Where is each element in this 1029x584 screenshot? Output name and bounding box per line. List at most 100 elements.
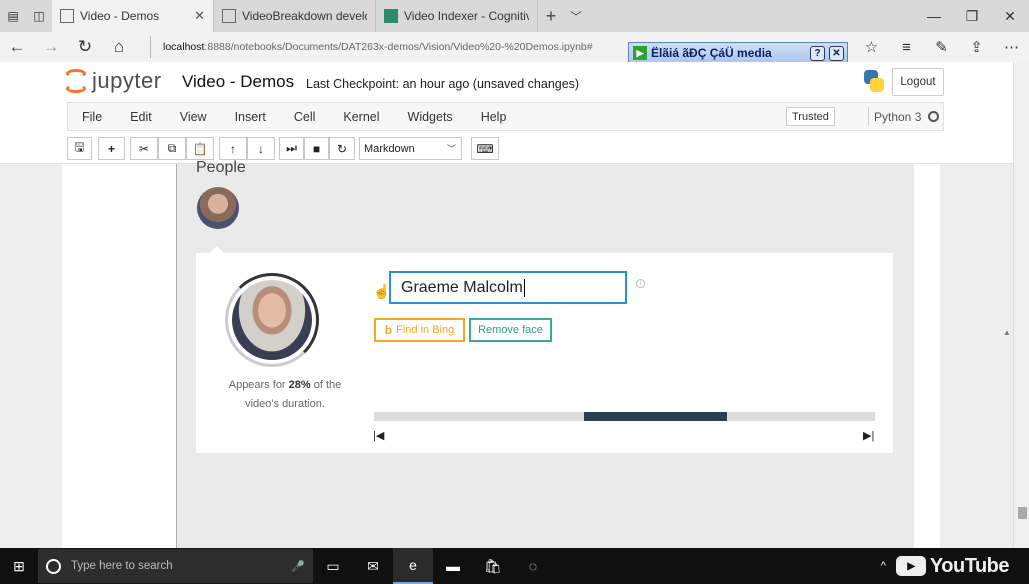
face-thumbnail[interactable]	[197, 187, 239, 229]
menu-help[interactable]: Help	[467, 110, 521, 124]
run-icon[interactable]: ⏭	[279, 137, 304, 160]
refresh-icon[interactable]: ↻	[68, 32, 102, 62]
taskbar-search[interactable]: Type here to search 🎤	[38, 549, 313, 583]
task-view-button[interactable]: ▭	[313, 548, 353, 584]
media-overlay-bar[interactable]: ▶ Ëlãiá ãĐÇ ÇáÜ media ? ✕	[628, 42, 848, 64]
find-in-bing-label: Find in Bing	[396, 324, 455, 336]
jupyter-app-icon[interactable]: ◌	[513, 548, 553, 584]
windows-taskbar: ⊞ Type here to search 🎤 ▭ ✉ e ▬ 🛍 ◌ ^ ▶ Y…	[0, 548, 1029, 584]
python-logo-icon	[862, 69, 886, 93]
notes-icon[interactable]: ✎	[924, 38, 959, 56]
cortana-icon	[46, 558, 61, 574]
browser-tab-video-indexer[interactable]: Video Indexer - Cognitive V	[376, 0, 538, 32]
scrollbar-thumb[interactable]	[1018, 507, 1027, 519]
page-scrollbar[interactable]	[1013, 62, 1029, 548]
close-window-button[interactable]: ✕	[991, 0, 1029, 32]
play-icon[interactable]: ▶	[633, 46, 647, 60]
edge-icon[interactable]: e	[393, 548, 433, 584]
browser-tab-videobreakdown[interactable]: VideoBreakdown developer	[214, 0, 376, 32]
find-in-bing-button[interactable]: b Find in Bing	[374, 318, 465, 342]
person-face-avatar	[225, 273, 319, 367]
notebook-title[interactable]: Video - Demos	[182, 72, 294, 92]
windows-start-icon[interactable]: ⊞	[0, 558, 38, 575]
minimize-button[interactable]: —	[915, 0, 953, 32]
save-icon[interactable]: 🖫	[67, 137, 92, 160]
bing-icon: b	[384, 323, 393, 337]
move-down-icon[interactable]: ↓	[247, 137, 275, 160]
logout-button[interactable]: Logout	[892, 68, 944, 96]
new-tab-button[interactable]: +	[538, 0, 564, 32]
tab-list-chevron-icon[interactable]: ﹀	[564, 0, 588, 32]
person-name-value: Graeme Malcolm	[401, 278, 523, 296]
menu-cell[interactable]: Cell	[280, 110, 330, 124]
restore-button[interactable]: ❐	[953, 0, 991, 32]
favorite-icon[interactable]: ☆	[854, 38, 889, 56]
notebook-page: People Appears for 28% of the video's du…	[0, 159, 1013, 548]
previous-appearance-icon[interactable]: |◀	[373, 429, 384, 442]
hub-icon[interactable]: ≡	[889, 39, 924, 56]
keyboard-icon[interactable]: ⌨	[471, 137, 499, 160]
media-overlay-label: Ëlãiá ãĐÇ ÇáÜ media	[651, 46, 772, 60]
appearance-text: Appears for 28% of the video's duration.	[220, 376, 350, 414]
page-icon	[222, 9, 236, 23]
youtube-play-icon: ▶	[895, 556, 926, 576]
timeline-segment[interactable]	[584, 412, 728, 421]
copy-icon[interactable]: ⧉	[158, 137, 186, 160]
tab-title: Video - Demos	[80, 9, 160, 23]
paste-icon[interactable]: 📋	[186, 137, 214, 160]
left-margin	[62, 164, 177, 548]
jupyter-header: jupyter Video - Demos Last Checkpoint: a…	[0, 62, 1013, 102]
help-icon[interactable]: ?	[810, 45, 825, 61]
menu-widgets[interactable]: Widgets	[394, 110, 467, 124]
home-icon[interactable]: ⌂	[102, 32, 136, 62]
menu-kernel[interactable]: Kernel	[329, 110, 393, 124]
microphone-icon[interactable]: 🎤	[291, 560, 305, 573]
task-view-icon[interactable]: ▤	[0, 0, 26, 32]
url-host: localhost	[163, 41, 205, 53]
address-bar: ← → ↻ ⌂ localhost:8888/notebooks/Documen…	[0, 32, 1029, 62]
next-appearance-icon[interactable]: ▶|	[863, 429, 874, 442]
jupyter-logo-text: jupyter	[92, 68, 162, 93]
back-icon[interactable]: ←	[0, 32, 34, 62]
stop-icon[interactable]: ■	[304, 137, 329, 160]
close-icon[interactable]: ✕	[829, 45, 844, 61]
tab-title: VideoBreakdown developer	[242, 9, 367, 23]
cell-type-select[interactable]: Markdown ﹀	[359, 137, 462, 160]
text-cursor	[523, 278, 525, 297]
info-icon[interactable]: i	[636, 279, 645, 288]
restart-icon[interactable]: ↻	[329, 137, 355, 160]
jupyter-logo[interactable]: jupyter	[66, 68, 162, 94]
menu-view[interactable]: View	[166, 110, 221, 124]
menu-edit[interactable]: Edit	[116, 110, 166, 124]
taskbar-search-placeholder: Type here to search	[71, 560, 173, 572]
more-icon[interactable]: ⋯	[994, 38, 1029, 56]
share-icon[interactable]: ⇪	[959, 38, 994, 56]
file-explorer-icon[interactable]: ▬	[433, 548, 473, 584]
cut-icon[interactable]: ✂	[130, 137, 158, 160]
person-name-input[interactable]: Graeme Malcolm	[389, 271, 627, 304]
window-controls: — ❐ ✕	[915, 0, 1029, 32]
tab-aside-icon[interactable]: ◫	[26, 0, 52, 32]
store-icon[interactable]: 🛍	[473, 548, 513, 584]
move-up-icon[interactable]: ↑	[219, 137, 247, 160]
appearance-timeline[interactable]	[374, 412, 875, 421]
youtube-watermark-text: YouTube	[929, 554, 1010, 577]
tray-chevron-icon[interactable]: ^	[881, 560, 886, 572]
forward-icon[interactable]: →	[34, 32, 68, 62]
face-image	[232, 280, 312, 360]
add-cell-icon[interactable]: +	[98, 137, 125, 160]
trusted-badge[interactable]: Trusted	[786, 107, 835, 126]
outlook-icon[interactable]: ✉	[353, 548, 393, 584]
url-field[interactable]: localhost:8888/notebooks/Documents/DAT26…	[150, 36, 610, 58]
close-tab-icon[interactable]: ✕	[194, 8, 205, 24]
youtube-watermark: ▶ YouTube	[895, 554, 1010, 578]
kernel-name: Python 3	[874, 109, 922, 124]
menu-insert[interactable]: Insert	[221, 110, 280, 124]
appears-prefix: Appears for	[228, 379, 289, 391]
system-tray: ^ ▶ YouTube	[881, 548, 1029, 584]
browser-actions: ☆ ≡ ✎ ⇪ ⋯	[854, 32, 1029, 62]
remove-face-button[interactable]: Remove face	[469, 318, 552, 342]
scroll-up-icon[interactable]: ▲	[1003, 328, 1011, 337]
menu-file[interactable]: File	[68, 110, 116, 124]
browser-tab-video-demos[interactable]: Video - Demos ✕	[52, 0, 214, 32]
